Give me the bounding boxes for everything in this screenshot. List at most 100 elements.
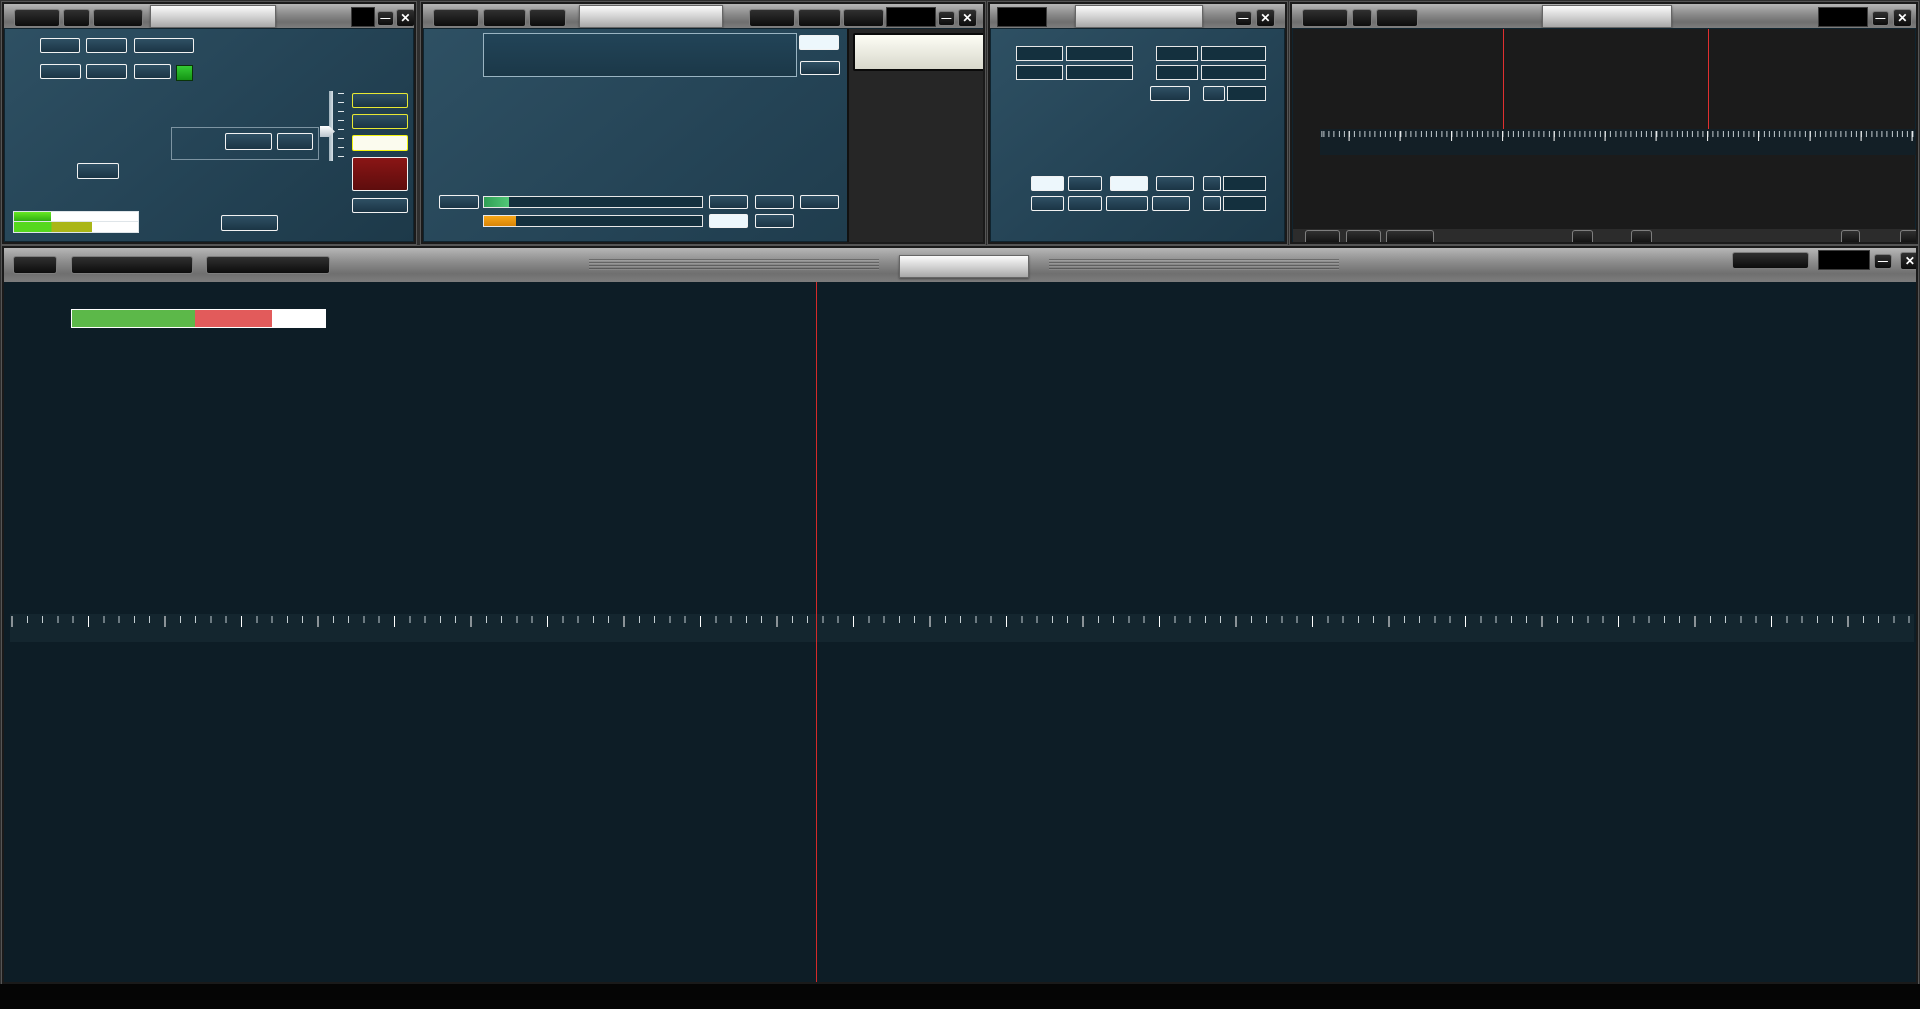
save-ws-button[interactable] [221, 215, 278, 231]
ex-lcd-display [997, 7, 1047, 27]
titlebar-grip-right [1049, 259, 1339, 271]
main-scheduler-button[interactable] [134, 38, 194, 53]
main-close-button[interactable]: ✕ [396, 9, 415, 27]
aux-waterfall-canvas[interactable] [1320, 155, 1916, 229]
aux-wf-button[interactable] [1346, 230, 1381, 244]
rf-gain-slider-track[interactable] [329, 91, 333, 161]
aux-sp-button[interactable] [1305, 230, 1340, 244]
lc-button[interactable] [1203, 176, 1221, 191]
n1-freq-field[interactable] [1066, 46, 1133, 61]
rx-sett-button[interactable] [433, 9, 479, 27]
rx-close-button[interactable]: ✕ [958, 9, 977, 27]
rx-exw-button[interactable] [529, 9, 566, 27]
aux-f-button[interactable] [1352, 9, 1372, 27]
volume-slider[interactable] [483, 215, 703, 227]
sys-usage-bar [13, 221, 139, 233]
main-scan-button[interactable] [86, 38, 127, 53]
aux-sett-button[interactable] [1302, 9, 1348, 27]
sp-sett-button[interactable] [13, 256, 57, 274]
mono-button[interactable] [1068, 196, 1102, 211]
aux-info-button[interactable] [1841, 230, 1860, 244]
aux-minimize-button[interactable]: — [1872, 11, 1889, 26]
deemph-50us-button[interactable] [1110, 176, 1148, 191]
del-vrx-button[interactable] [352, 114, 408, 129]
ex-titlebar[interactable]: — ✕ [990, 4, 1285, 29]
n3-bw-field[interactable] [1156, 46, 1198, 61]
deemphasis-button[interactable] [1031, 176, 1064, 191]
mw-fm-notch-button[interactable] [225, 133, 272, 150]
fc-button[interactable] [1203, 86, 1225, 101]
aux-resize-button[interactable] [1900, 230, 1918, 244]
n3-freq-field[interactable] [1201, 46, 1266, 61]
n2-freq-field[interactable] [1066, 65, 1133, 80]
sp-minimize-button[interactable]: — [1874, 254, 1892, 269]
aux-filter-edge-low[interactable] [1503, 29, 1504, 129]
agc-off-button[interactable] [709, 195, 748, 209]
iq-out-button[interactable] [800, 61, 840, 75]
rsyn1-button[interactable] [749, 9, 795, 27]
window-main: — ✕ [2, 2, 416, 244]
squelch-slider[interactable] [483, 196, 703, 208]
main-titlebar[interactable]: — ✕ [4, 4, 414, 29]
agc-slow-button[interactable] [755, 214, 794, 228]
bias-t-button[interactable] [77, 163, 119, 179]
n1-bw-field[interactable] [1016, 46, 1063, 61]
sp-pwr-snr-csv-button[interactable] [71, 256, 193, 274]
soft-filter-button[interactable] [1150, 86, 1190, 101]
step-lock-button[interactable] [1732, 252, 1809, 269]
stop-button[interactable] [352, 157, 408, 191]
rx-rdsw-button[interactable] [483, 9, 526, 27]
lo-lock-button[interactable] [352, 135, 408, 151]
rx-titlebar[interactable]: — ✕ [423, 4, 983, 29]
ex-minimize-button[interactable]: — [1235, 11, 1252, 26]
hc-button[interactable] [1203, 196, 1221, 211]
main-sp1-button[interactable] [40, 64, 81, 79]
mem-pan-button[interactable] [352, 198, 408, 213]
aux-close-button[interactable]: ✕ [1893, 9, 1912, 27]
main-minimize-button[interactable]: — [377, 11, 394, 26]
main-opt-button[interactable] [40, 38, 80, 53]
agc-med-button[interactable] [709, 214, 748, 228]
aux-fmaf-button[interactable] [1376, 9, 1418, 27]
sp-close-button[interactable]: ✕ [1900, 252, 1918, 270]
main-sett-button[interactable] [14, 9, 60, 27]
n2-bw-field[interactable] [1016, 65, 1063, 80]
nchl-button[interactable] [800, 195, 839, 209]
ex-title-plate [1075, 5, 1203, 28]
deemph-off-button[interactable] [1068, 176, 1102, 191]
deemph-75us-button[interactable] [1156, 176, 1194, 191]
main-ma-button[interactable] [63, 9, 90, 27]
mctr-button[interactable] [798, 9, 841, 27]
hc-field[interactable] [1223, 196, 1266, 211]
pdbpf-button[interactable] [1152, 196, 1190, 211]
lc-field[interactable] [1223, 176, 1266, 191]
peak-button[interactable] [799, 35, 839, 50]
agc-fast-button[interactable] [755, 195, 794, 209]
main-rx-button[interactable] [134, 64, 171, 79]
aux-spectrum-canvas[interactable] [1320, 29, 1916, 129]
aux-filter-edge-high[interactable] [1708, 29, 1709, 129]
aux-zoom-out-button[interactable] [1572, 230, 1593, 244]
sp-screenshot-button[interactable] [206, 256, 330, 274]
main-plugins-button[interactable] [93, 9, 143, 27]
sp-titlebar[interactable]: — ✕ [4, 248, 1916, 283]
rx-minimize-button[interactable]: — [938, 11, 955, 26]
afc-button[interactable] [1031, 196, 1064, 211]
fms-nr-button[interactable] [1106, 196, 1148, 211]
n4-freq-field[interactable] [1201, 65, 1266, 80]
tuning-cursor[interactable] [816, 282, 817, 984]
main-waterfall-canvas[interactable] [10, 642, 1914, 984]
sqlc-button[interactable] [439, 195, 479, 209]
ex-close-button[interactable]: ✕ [1256, 9, 1275, 27]
fc-field[interactable] [1227, 86, 1266, 101]
aux-spwf-button[interactable] [1386, 230, 1434, 244]
dab-notch-button[interactable] [277, 133, 313, 150]
n4-bw-field[interactable] [1156, 65, 1198, 80]
main-spectrum-canvas[interactable] [10, 282, 1914, 614]
main-sp2-button[interactable] [86, 64, 127, 79]
frequency-display-box[interactable] [483, 33, 797, 77]
tctr-button[interactable] [843, 9, 884, 27]
add-vrx-button[interactable] [352, 93, 408, 108]
aux-zoom-in-button[interactable] [1631, 230, 1652, 244]
aux-titlebar[interactable]: — ✕ [1292, 4, 1916, 29]
